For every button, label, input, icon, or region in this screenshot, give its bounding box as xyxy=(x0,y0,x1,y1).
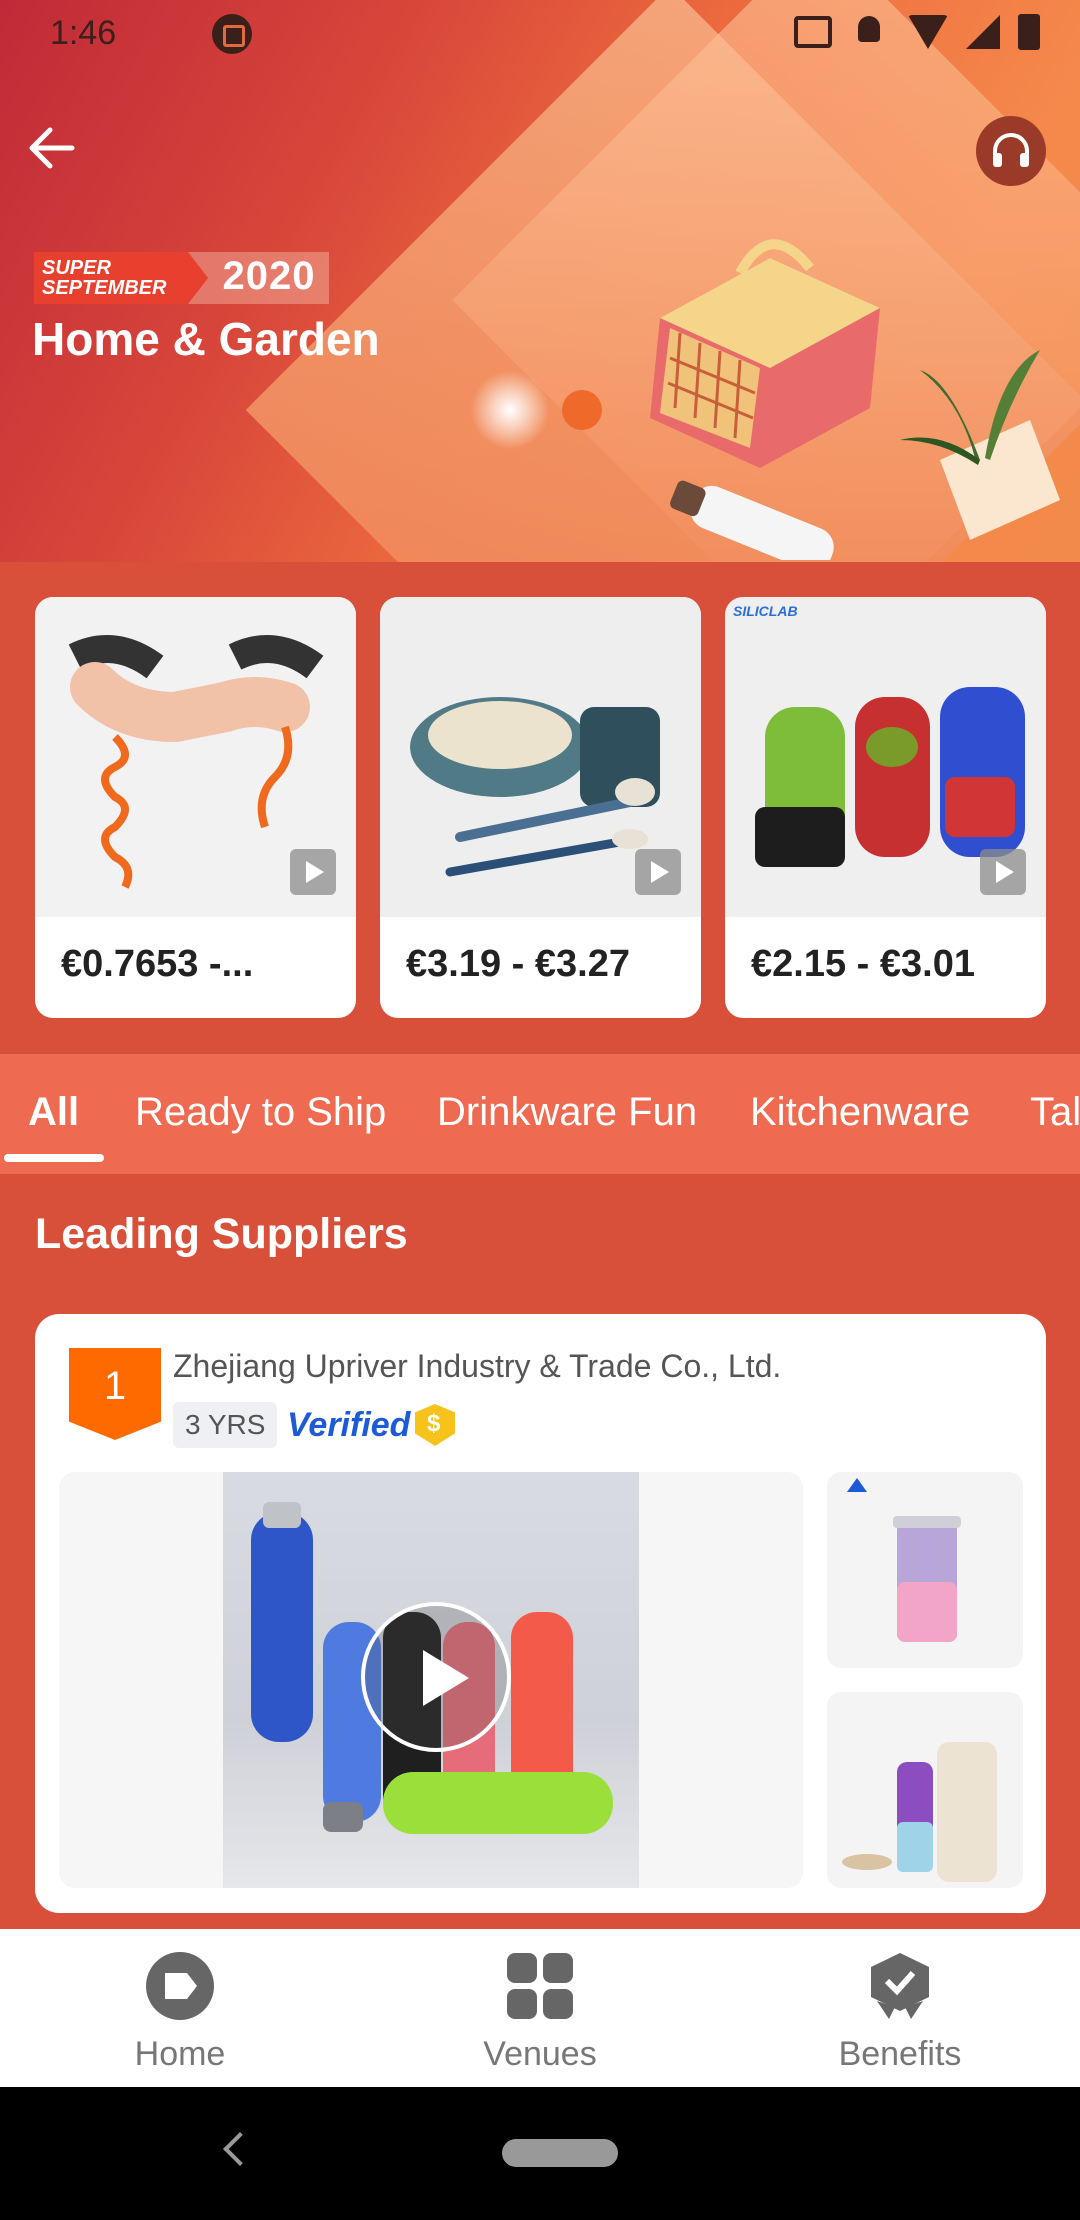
verified-badge: Verified xyxy=(287,1406,411,1444)
hero-banner[interactable]: 1:46 SUPER SEPTEMBER 2020 Home & Garden xyxy=(0,0,1080,562)
tumbler-image xyxy=(847,1478,961,1642)
tab-drinkware-fun[interactable]: Drinkware Fun xyxy=(437,1090,697,1135)
product-card[interactable]: SILICLAB €2.15 - €3.01 xyxy=(725,597,1046,1018)
video-badge-icon xyxy=(290,849,336,895)
product-price: €3.19 - €3.27 xyxy=(406,943,630,985)
system-home-pill[interactable] xyxy=(502,2139,618,2167)
product-image xyxy=(380,597,701,917)
years-badge: 3 YRS xyxy=(173,1402,278,1448)
tab-ready-to-ship[interactable]: Ready to Ship xyxy=(135,1090,386,1135)
category-tabs: All Ready to Ship Drinkware Fun Kitchenw… xyxy=(0,1054,1080,1174)
pet-carrier-image xyxy=(650,239,880,468)
home-icon xyxy=(146,1952,214,2020)
bottle-image xyxy=(670,480,834,560)
system-nav-bar xyxy=(0,2087,1080,2220)
status-icons xyxy=(794,12,1040,52)
bottle-with-bag-image xyxy=(842,1742,997,1882)
tab-kitchenware[interactable]: Kitchenware xyxy=(750,1090,970,1135)
section-title: Leading Suppliers xyxy=(35,1210,408,1258)
promo-line-1: SUPER xyxy=(42,257,111,279)
supplier-product-thumb[interactable] xyxy=(827,1692,1023,1888)
plant-image xyxy=(900,350,1060,540)
tab-all[interactable]: All xyxy=(28,1090,79,1135)
brand-label: SILICLAB xyxy=(733,603,798,619)
bottom-nav: Home Venues Benefits xyxy=(0,1929,1080,2087)
signal-icon xyxy=(966,15,1000,49)
wifi-icon xyxy=(908,15,948,49)
product-card[interactable]: €0.7653 -... xyxy=(35,597,356,1018)
back-arrow-icon[interactable] xyxy=(26,122,78,174)
status-time: 1:46 xyxy=(50,14,117,52)
supplier-video[interactable] xyxy=(59,1472,803,1888)
nav-home[interactable]: Home xyxy=(0,1929,360,2087)
nav-venues[interactable]: Venues xyxy=(360,1929,720,2087)
supplier-card[interactable]: 1 Zhejiang Upriver Industry & Trade Co.,… xyxy=(35,1314,1046,1913)
nav-venues-label: Venues xyxy=(483,2035,597,2073)
tab-indicator xyxy=(4,1154,104,1162)
product-image xyxy=(35,597,356,917)
play-icon[interactable] xyxy=(361,1602,511,1752)
nav-benefits-label: Benefits xyxy=(838,2035,962,2073)
promo-tag: SUPER SEPTEMBER 2020 xyxy=(34,252,330,304)
product-price: €0.7653 -... xyxy=(61,943,254,985)
tab-more[interactable]: Tal xyxy=(1030,1090,1080,1135)
product-carousel: €0.7653 -... €3.19 - €3.27 SILICLAB €2.1… xyxy=(35,597,1047,1018)
hero-decor-glow xyxy=(470,370,550,450)
notification-app-icon xyxy=(212,14,252,54)
nav-home-label: Home xyxy=(134,2035,226,2073)
product-card[interactable]: €3.19 - €3.27 xyxy=(380,597,701,1018)
cast-icon xyxy=(794,16,832,48)
bell-off-icon xyxy=(850,12,890,52)
hero-decor-orb xyxy=(562,390,602,430)
supplier-product-thumb[interactable] xyxy=(827,1472,1023,1668)
video-badge-icon xyxy=(635,849,681,895)
video-badge-icon xyxy=(980,849,1026,895)
status-bar: 1:46 xyxy=(0,0,1080,68)
promo-line-2: SEPTEMBER xyxy=(42,277,167,299)
rank-badge: 1 xyxy=(69,1348,161,1440)
battery-icon xyxy=(1018,14,1040,50)
nav-benefits[interactable]: Benefits xyxy=(720,1929,1080,2087)
grid-icon xyxy=(507,1953,573,2019)
promo-label: SUPER SEPTEMBER xyxy=(34,252,210,304)
supplier-name[interactable]: Zhejiang Upriver Industry & Trade Co., L… xyxy=(173,1348,781,1385)
hero-title: Home & Garden xyxy=(32,313,380,365)
promo-year: 2020 xyxy=(188,252,330,304)
gold-supplier-icon xyxy=(415,1404,455,1446)
customer-support-button[interactable] xyxy=(976,116,1046,186)
headset-icon xyxy=(993,133,1029,167)
product-image: SILICLAB xyxy=(725,597,1046,917)
ribbon-badge-icon xyxy=(871,1953,929,2019)
system-back-icon[interactable] xyxy=(223,2132,257,2166)
product-price: €2.15 - €3.01 xyxy=(751,943,975,985)
